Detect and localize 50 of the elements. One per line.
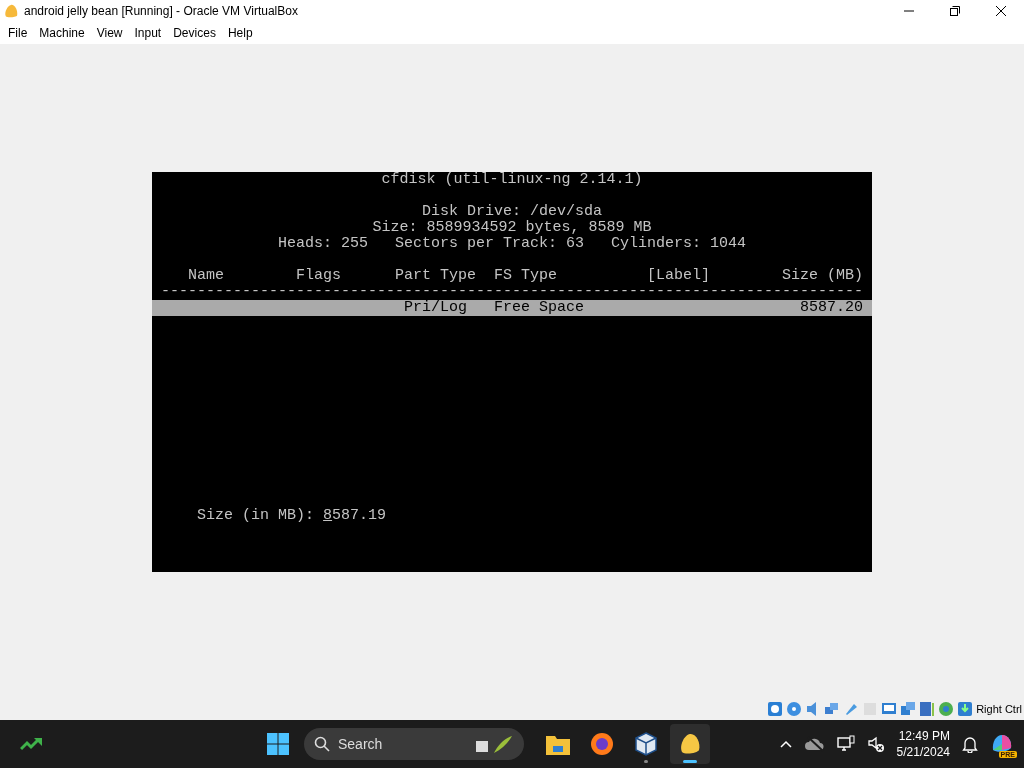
menu-item[interactable]: Devices bbox=[167, 26, 222, 40]
search-icon bbox=[314, 736, 330, 752]
cube-icon bbox=[634, 732, 658, 756]
cloud-off-icon[interactable] bbox=[804, 736, 825, 752]
partition-row[interactable]: Pri/Log Free Space 8587.20 bbox=[152, 300, 872, 316]
restore-icon bbox=[950, 6, 960, 16]
clock-time[interactable]: 12:49 PM bbox=[898, 728, 950, 744]
menu-item[interactable]: Input bbox=[128, 26, 168, 40]
menu-item[interactable]: File bbox=[2, 26, 34, 40]
disk-info-text: Heads: 255 Sectors per Track: 63 Cylinders: 1044 bbox=[277, 236, 747, 252]
column-header: FS Type bbox=[494, 268, 558, 284]
separator-line: ------------------------------------------------------------------------------ bbox=[160, 284, 864, 300]
size-input[interactable]: 8587.19 bbox=[323, 508, 387, 524]
vm-window-icon bbox=[678, 732, 702, 756]
browser-icon bbox=[590, 732, 614, 756]
bell-icon[interactable] bbox=[962, 735, 978, 753]
close-icon bbox=[996, 6, 1006, 16]
virtualization-icon[interactable] bbox=[919, 701, 936, 717]
menu-item[interactable]: Machine bbox=[33, 26, 91, 40]
taskbar-app[interactable] bbox=[670, 724, 710, 764]
disk-info-text: Size: 8589934592 bytes, 8589 MB bbox=[372, 220, 652, 236]
screens-icon[interactable] bbox=[900, 701, 917, 717]
display-icon[interactable] bbox=[881, 701, 898, 717]
trend-arrow-icon[interactable] bbox=[20, 736, 44, 752]
table-cell-text: Pri/Log bbox=[403, 300, 468, 316]
column-header: Part Type bbox=[395, 268, 477, 284]
search-field[interactable]: Search bbox=[304, 728, 524, 760]
speaker-muted-icon[interactable] bbox=[866, 735, 885, 753]
window-title: android jelly bean [Running] - Oracle VM VirtualBox bbox=[24, 4, 299, 18]
prompt-label: Size (in MB): bbox=[197, 508, 315, 524]
app-icon bbox=[4, 4, 18, 18]
optical-disc-icon[interactable] bbox=[786, 701, 803, 717]
globe-icon[interactable] bbox=[938, 701, 955, 717]
usb-icon[interactable] bbox=[843, 701, 860, 717]
download-icon[interactable] bbox=[957, 701, 974, 717]
disk-info-text: Disk Drive: /dev/sda bbox=[422, 204, 602, 220]
host-key-label: Right Ctrl bbox=[976, 703, 1022, 715]
menu-item[interactable]: View bbox=[90, 26, 129, 40]
column-header: Size (MB) bbox=[782, 268, 863, 284]
program-title: cfdisk (util-linux-ng 2.14.1) bbox=[381, 172, 643, 188]
column-header: Name bbox=[188, 268, 224, 284]
table-cell: Free Space bbox=[494, 300, 585, 316]
column-header: [Label] bbox=[647, 268, 711, 284]
windows-logo-icon bbox=[266, 732, 290, 756]
column-header: Flags bbox=[296, 268, 342, 284]
clock-date[interactable]: 5/21/2024 bbox=[896, 744, 950, 760]
menu-item[interactable]: Help bbox=[221, 26, 259, 40]
cup-and-leaf-icon bbox=[474, 733, 514, 755]
network-icon[interactable] bbox=[836, 735, 855, 753]
table-cell: 8587.20 bbox=[800, 300, 863, 316]
